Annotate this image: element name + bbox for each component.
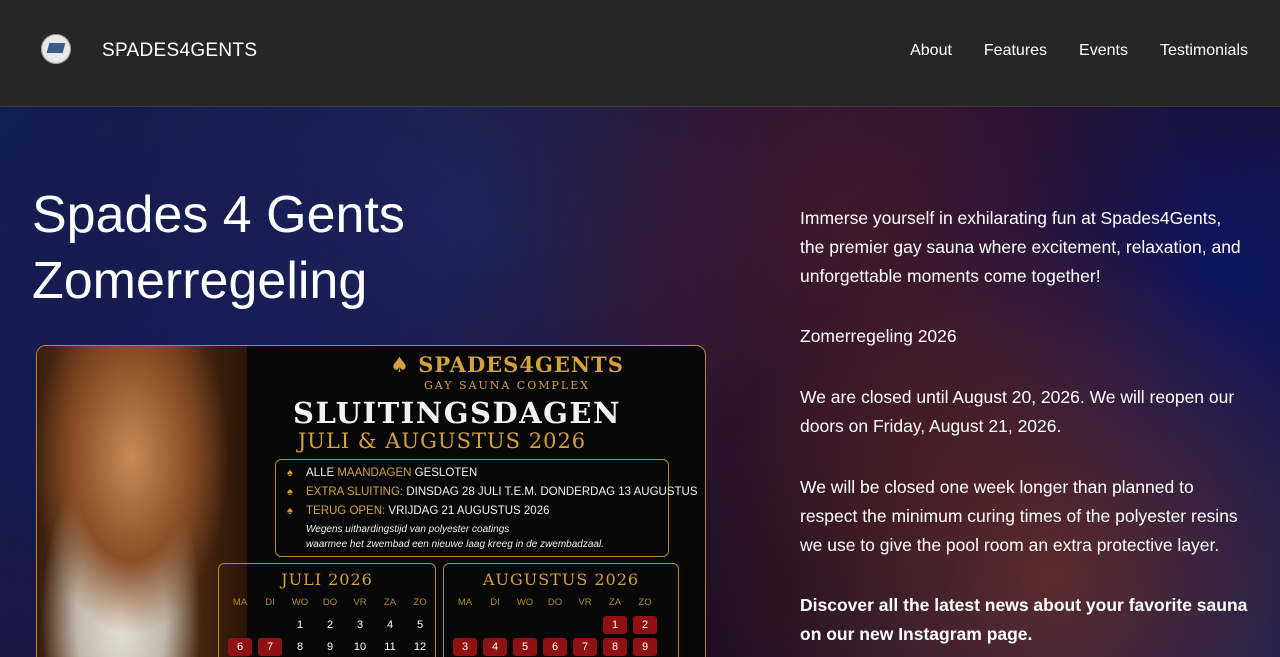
calendar-day: 3	[453, 638, 477, 656]
closing-days-poster: ♠ SPADES4GENTS GAY SAUNA COMPLEX SLUITIN…	[36, 345, 706, 657]
calendar-day: 8	[603, 638, 627, 656]
info-line-3: TERUG OPEN: VRIJDAG 21 AUGUSTUS 2026	[306, 505, 550, 517]
closure-reason-paragraph: We will be closed one week longer than p…	[800, 477, 1238, 555]
top-navbar: SPADES4GENTS About Features Events Testi…	[0, 0, 1280, 107]
calendar-weekday-label: MA	[457, 597, 473, 608]
calendar-weekday-label: MA	[232, 597, 248, 608]
poster-info-box: ♠ ALLE MAANDAGEN GESLOTEN ♠ EXTRA SLUITI…	[275, 459, 698, 557]
info-note-1: Wegens uithardingstijd van polyester coa…	[306, 524, 510, 535]
calendar-july-title: JULI 2026	[281, 570, 373, 589]
poster-brand-name: SPADES4GENTS	[418, 352, 624, 377]
calendar-weekday-label: DO	[322, 597, 338, 608]
calendar-august: AUGUSTUS 2026 MA DI WO DO VR ZA ZO 1 2 3 4 5 6 7 8 9	[443, 563, 679, 657]
intro-paragraph: Immerse yourself in exhilarating fun at …	[800, 208, 1241, 286]
hero-section: Spades 4 Gents Zomerregeling ♠ SPADES4GE…	[0, 107, 1280, 657]
calendar-weekday-label: WO	[291, 597, 309, 608]
instagram-news-paragraph[interactable]: Discover all the latest news about your …	[800, 591, 1250, 649]
poster-brand: ♠ SPADES4GENTS GAY SAUNA COMPLEX	[287, 352, 705, 392]
calendar-day: 1	[296, 619, 304, 631]
calendar-empty-cell	[540, 616, 570, 634]
poster-subheading: JULI & AUGUSTUS 2026	[297, 429, 587, 453]
closure-dates-paragraph: We are closed until August 20, 2026. We …	[800, 387, 1235, 436]
calendar-weekday-label: VR	[353, 597, 367, 608]
info-line-1: ALLE MAANDAGEN GESLOTEN	[306, 467, 478, 479]
spade-bullet-icon: ♠	[287, 486, 293, 498]
calendar-weekday-label: DO	[547, 597, 563, 608]
calendar-empty-cell	[510, 616, 540, 634]
calendar-weekday-label: ZO	[638, 597, 652, 608]
calendar-day: 5	[416, 619, 424, 631]
calendar-day: 2	[326, 619, 334, 631]
info-note-2: waarmee het zwembad een nieuwe laag kree…	[306, 539, 604, 550]
calendar-day: 10	[353, 641, 367, 653]
calendar-day: 4	[483, 638, 507, 656]
calendar-day: 3	[356, 619, 364, 631]
calendar-weekday-label: ZA	[383, 597, 397, 608]
poster-brand-sub: GAY SAUNA COMPLEX	[423, 379, 591, 392]
info-line-2: EXTRA SLUITING: DINSDAG 28 JULI T.E.M. D…	[306, 486, 698, 498]
calendar-august-title: AUGUSTUS 2026	[482, 570, 640, 589]
calendar-weekday-label: VR	[578, 597, 592, 608]
calendar-empty-cell	[225, 616, 255, 634]
brand-logo-icon[interactable]	[41, 34, 71, 64]
calendar-weekday-label: DI	[265, 597, 275, 608]
calendar-july: JULI 2026 MA DI WO DO VR ZA ZO 1 2 3 4 5 6 7 8 9 10 11 12	[218, 563, 436, 657]
calendar-july-grid: MA DI WO DO VR ZA ZO 1 2 3 4 5 6 7 8 9 10 11 12	[225, 594, 435, 656]
nav-link-about[interactable]: About	[910, 42, 952, 60]
nav-link-features[interactable]: Features	[984, 42, 1047, 60]
calendar-day: 9	[633, 638, 657, 656]
summer-schedule-label: Zomerregeling 2026	[800, 326, 957, 346]
calendar-weekday-label: WO	[516, 597, 534, 608]
calendar-weekday-label: ZA	[608, 597, 622, 608]
calendar-empty-cell	[480, 616, 510, 634]
calendar-august-grid: MA DI WO DO VR ZA ZO 1 2 3 4 5 6 7 8 9	[450, 594, 660, 656]
calendar-day: 1	[603, 616, 627, 634]
calendar-day: 2	[633, 616, 657, 634]
title-line-2: Zomerregeling	[32, 252, 368, 310]
calendar-day: 5	[513, 638, 537, 656]
brand-name[interactable]: SPADES4GENTS	[102, 40, 257, 62]
nav-menu: About Features Events Testimonials	[910, 42, 1248, 60]
calendar-empty-cell	[570, 616, 600, 634]
calendar-empty-cell	[255, 616, 285, 634]
title-line-1: Spades 4 Gents	[32, 186, 405, 244]
calendar-day: 6	[543, 638, 567, 656]
nav-link-events[interactable]: Events	[1079, 42, 1128, 60]
calendar-day: 6	[228, 638, 252, 656]
spade-icon: ♠	[390, 352, 419, 377]
calendar-day: 12	[413, 641, 427, 653]
poster-heading: SLUITINGSDAGEN	[293, 396, 621, 430]
spade-bullet-icon: ♠	[287, 505, 293, 517]
calendar-day: 7	[258, 638, 282, 656]
nav-link-testimonials[interactable]: Testimonials	[1160, 42, 1248, 60]
calendar-day: 7	[573, 638, 597, 656]
calendar-weekday-label: ZO	[413, 597, 427, 608]
calendar-empty-cell	[450, 616, 480, 634]
poster-photo	[37, 346, 247, 657]
page-title: Spades 4 Gents Zomerregeling	[32, 182, 405, 314]
spade-bullet-icon: ♠	[287, 467, 293, 479]
calendar-day: 8	[296, 641, 304, 653]
calendar-day: 11	[384, 641, 396, 653]
calendar-weekday-label: DI	[490, 597, 500, 608]
calendar-day: 4	[386, 619, 394, 631]
calendar-day: 9	[326, 641, 334, 653]
